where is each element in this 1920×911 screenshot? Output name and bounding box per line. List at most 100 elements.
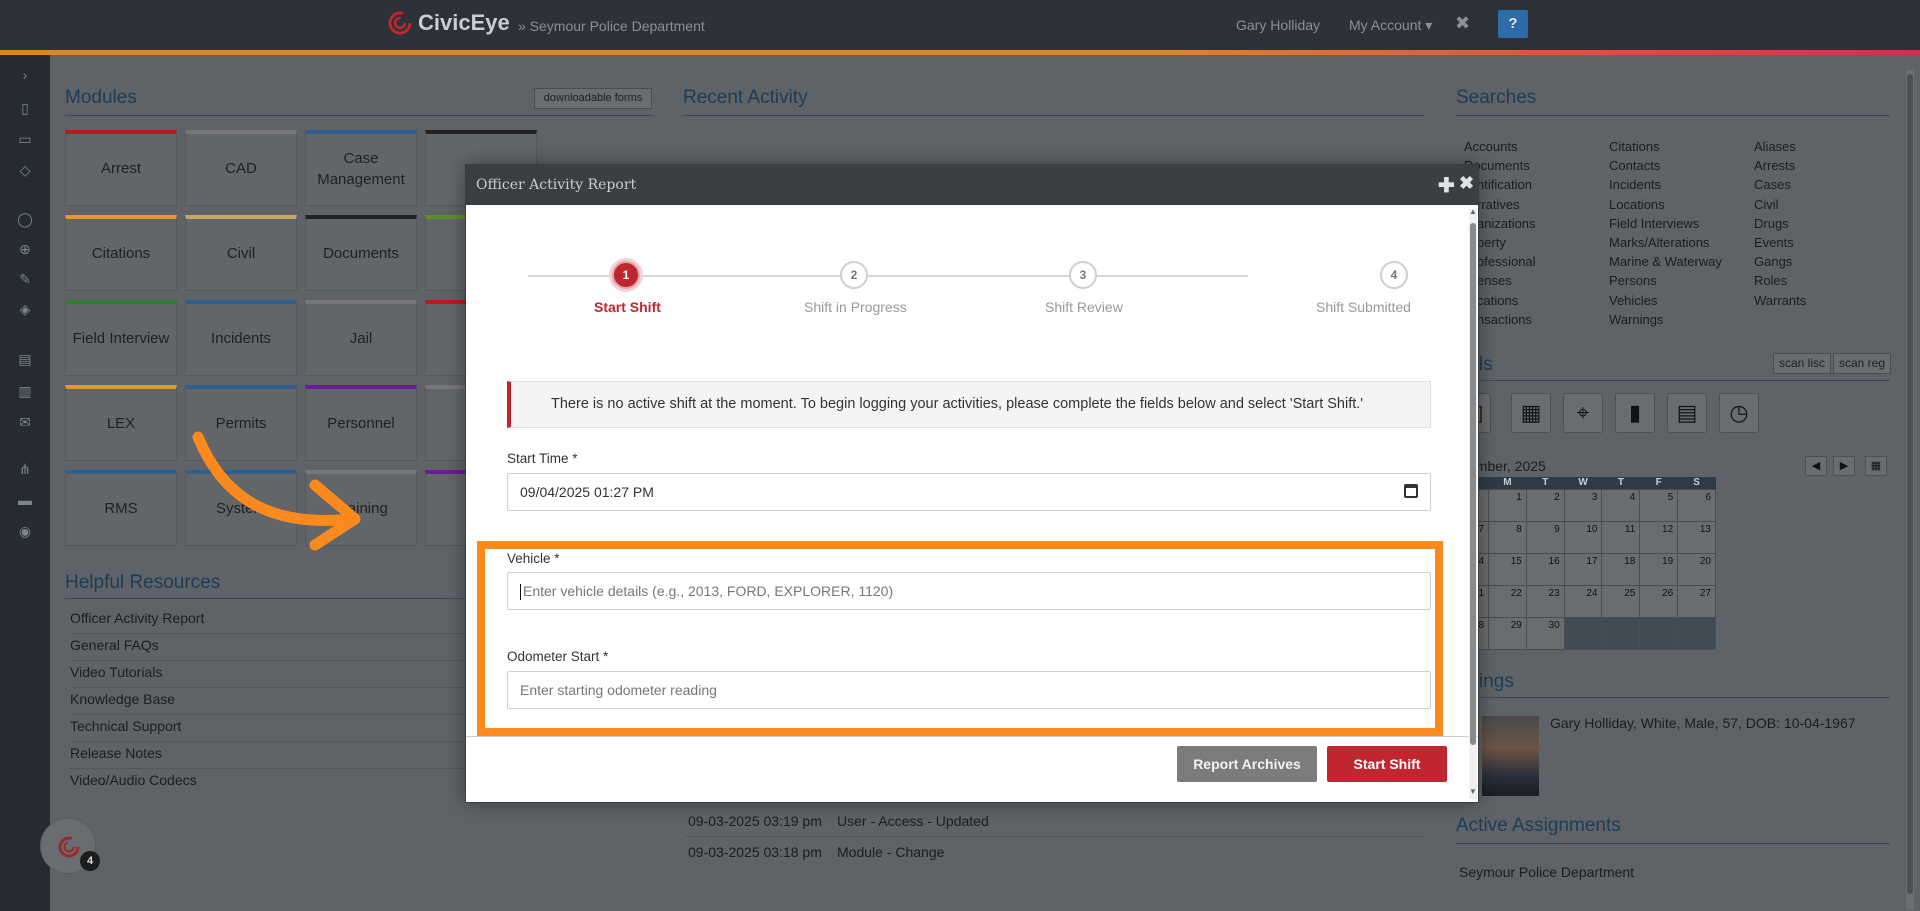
calendar-next-icon[interactable]: ▶ bbox=[1833, 456, 1855, 476]
calendar-day[interactable]: 1 bbox=[1488, 488, 1527, 522]
search-link[interactable]: Vehicles bbox=[1609, 291, 1722, 310]
report-archives-button[interactable]: Report Archives bbox=[1177, 746, 1317, 782]
search-link[interactable]: Roles bbox=[1754, 271, 1806, 290]
document-icon[interactable]: ▯ bbox=[15, 100, 35, 118]
calendar-icon[interactable]: ▦ bbox=[1511, 393, 1551, 433]
calendar-day[interactable]: 3 bbox=[1563, 488, 1603, 522]
search-link[interactable]: Contacts bbox=[1609, 156, 1722, 175]
location-pin-icon[interactable]: ◉ bbox=[15, 523, 35, 541]
search-link[interactable]: ntification bbox=[1477, 175, 1536, 194]
newspaper-icon[interactable]: ▥ bbox=[15, 383, 35, 401]
calendar-day[interactable]: 30 bbox=[1525, 616, 1565, 650]
search-link[interactable]: cations bbox=[1477, 291, 1536, 310]
assignment-item[interactable]: Seymour Police Department bbox=[1459, 864, 1634, 880]
add-user-icon[interactable]: ⊕ bbox=[15, 241, 35, 259]
scroll-down-icon[interactable]: ▼ bbox=[1469, 787, 1477, 796]
user-icon[interactable]: ◯ bbox=[15, 211, 35, 229]
search-link[interactable]: Cases bbox=[1754, 175, 1806, 194]
calendar-day[interactable]: 22 bbox=[1488, 584, 1527, 618]
search-link[interactable]: Civil bbox=[1754, 195, 1806, 214]
mail-icon[interactable]: ✉ bbox=[15, 414, 35, 432]
expand-icon[interactable]: ✚ bbox=[1438, 173, 1455, 198]
list-icon[interactable]: ▭ bbox=[15, 131, 35, 149]
search-link[interactable]: Arrests bbox=[1754, 156, 1806, 175]
calendar-day[interactable]: 4 bbox=[1601, 488, 1641, 522]
calendar-day[interactable]: 6 bbox=[1677, 488, 1716, 522]
modal-scrollbar-thumb[interactable] bbox=[1470, 223, 1476, 745]
search-link[interactable]: Drugs bbox=[1754, 214, 1806, 233]
tag-icon[interactable]: ◇ bbox=[15, 162, 35, 180]
module-tile[interactable]: Documents bbox=[305, 215, 417, 291]
search-link[interactable]: perty bbox=[1477, 233, 1536, 252]
module-tile[interactable]: Incidents bbox=[185, 300, 297, 376]
calendar-day[interactable]: 5 bbox=[1639, 488, 1679, 522]
expand-chevron-icon[interactable]: › bbox=[15, 67, 35, 85]
module-tile[interactable]: RMS bbox=[65, 470, 177, 546]
module-tile[interactable]: Civil bbox=[185, 215, 297, 291]
calendar-day[interactable]: 20 bbox=[1677, 552, 1716, 586]
search-link[interactable]: Warrants bbox=[1754, 291, 1806, 310]
scan-registration-button[interactable]: scan reg bbox=[1833, 353, 1892, 374]
close-icon[interactable]: ✖ bbox=[1455, 13, 1470, 34]
start-time-input[interactable]: 09/04/2025 01:27 PM bbox=[507, 473, 1431, 511]
module-tile[interactable]: Case Management bbox=[305, 130, 417, 206]
pen-icon[interactable]: ✎ bbox=[15, 271, 35, 289]
start-shift-button[interactable]: Start Shift bbox=[1327, 746, 1447, 782]
document-icon[interactable]: ▮ bbox=[1615, 393, 1655, 433]
shield-icon[interactable]: ◈ bbox=[15, 301, 35, 319]
search-link[interactable]: Incidents bbox=[1609, 175, 1722, 194]
module-tile[interactable]: LEX bbox=[65, 385, 177, 461]
calendar-day[interactable]: 17 bbox=[1563, 552, 1603, 586]
search-link[interactable]: rratives bbox=[1477, 195, 1536, 214]
calendar-view-icon[interactable]: ▦ bbox=[1865, 456, 1887, 476]
search-link[interactable]: Gangs bbox=[1754, 252, 1806, 271]
search-link[interactable]: Warnings bbox=[1609, 310, 1722, 329]
calendar-day[interactable]: 23 bbox=[1525, 584, 1565, 618]
calendar-day[interactable]: 8 bbox=[1488, 520, 1527, 554]
avatar[interactable] bbox=[1482, 716, 1539, 796]
scan-license-button[interactable]: scan lisc bbox=[1773, 353, 1832, 374]
module-tile[interactable]: Arrest bbox=[65, 130, 177, 206]
page-scrollbar-thumb[interactable] bbox=[1907, 74, 1913, 894]
search-link[interactable]: anizations bbox=[1477, 214, 1536, 233]
search-link[interactable]: Events bbox=[1754, 233, 1806, 252]
calendar-day[interactable]: 11 bbox=[1601, 520, 1641, 554]
calendar-day[interactable]: 2 bbox=[1525, 488, 1565, 522]
calendar-day[interactable]: 12 bbox=[1639, 520, 1679, 554]
module-tile[interactable]: Jail bbox=[305, 300, 417, 376]
truck-icon[interactable]: ▬ bbox=[15, 492, 35, 510]
module-tile[interactable]: CAD bbox=[185, 130, 297, 206]
search-link[interactable]: Field Interviews bbox=[1609, 214, 1722, 233]
calendar-day[interactable]: 10 bbox=[1563, 520, 1603, 554]
clock-icon[interactable]: ◷ bbox=[1719, 393, 1759, 433]
civiceye-logo[interactable]: CivicEye bbox=[388, 10, 510, 36]
module-tile[interactable]: Citations bbox=[65, 215, 177, 291]
modal-header[interactable]: Officer Activity Report ✚ ✖ bbox=[466, 165, 1478, 205]
search-link[interactable]: Accounts bbox=[1464, 137, 1536, 156]
calendar-day[interactable]: 26 bbox=[1639, 584, 1679, 618]
search-link[interactable]: Locations bbox=[1609, 195, 1722, 214]
calendar-day[interactable]: 19 bbox=[1639, 552, 1679, 586]
my-account-menu[interactable]: My Account ▾ bbox=[1349, 17, 1432, 34]
calendar-day[interactable]: 25 bbox=[1601, 584, 1641, 618]
module-tile[interactable]: Field Interview bbox=[65, 300, 177, 376]
calendar-day[interactable]: 16 bbox=[1525, 552, 1565, 586]
search-link[interactable]: Citations bbox=[1609, 137, 1722, 156]
help-button[interactable]: ? bbox=[1498, 10, 1528, 38]
search-link[interactable]: enses bbox=[1477, 271, 1536, 290]
search-link[interactable]: ofessional bbox=[1477, 252, 1536, 271]
calendar-day[interactable]: 24 bbox=[1563, 584, 1603, 618]
search-link[interactable]: Persons bbox=[1609, 271, 1722, 290]
search-link[interactable]: nsactions bbox=[1477, 310, 1536, 329]
downloadable-forms-button[interactable]: downloadable forms bbox=[534, 88, 652, 109]
sitemap-icon[interactable]: ⋔ bbox=[15, 461, 35, 479]
calendar-day[interactable]: 9 bbox=[1525, 520, 1565, 554]
calendar-day[interactable]: 27 bbox=[1677, 584, 1716, 618]
scroll-up-icon[interactable]: ▲ bbox=[1469, 207, 1477, 216]
book-icon[interactable]: ▤ bbox=[1667, 393, 1707, 433]
calendar-day[interactable]: 18 bbox=[1601, 552, 1641, 586]
search-link[interactable]: Marine & Waterway bbox=[1609, 252, 1722, 271]
sighting-person[interactable]: Gary Holliday, White, Male, 57, DOB: 10-… bbox=[1550, 715, 1856, 731]
server-icon[interactable]: ▤ bbox=[15, 351, 35, 369]
calendar-day[interactable]: 15 bbox=[1488, 552, 1527, 586]
